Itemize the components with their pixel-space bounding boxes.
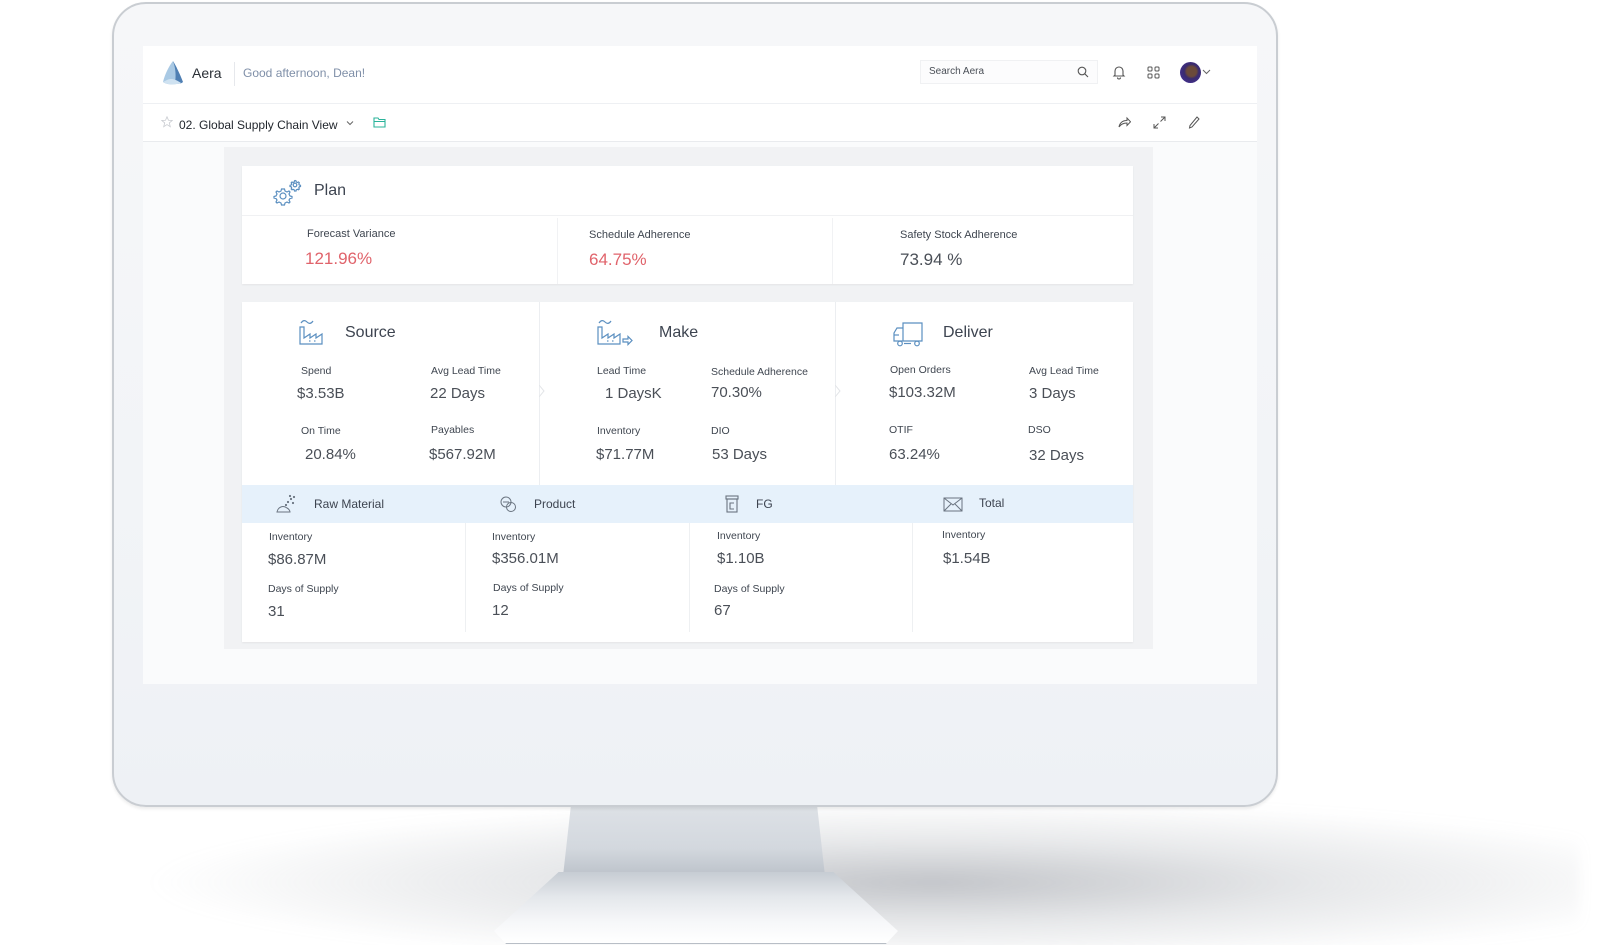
envelope-icon	[943, 497, 963, 512]
folder-icon[interactable]	[373, 116, 386, 128]
kpi-value: 73.94 %	[900, 250, 963, 269]
metric-label: Avg Lead Time	[431, 365, 501, 377]
plan-header: Plan	[242, 166, 1133, 216]
bell-icon[interactable]	[1112, 64, 1126, 80]
metric-label: On Time	[301, 425, 341, 437]
inventory-title: Raw Material	[314, 497, 385, 511]
metric-value: 3 Days	[1029, 385, 1076, 402]
monitor-mockup: Aera Good afternoon, Dean! Search Aera 0…	[0, 0, 1605, 945]
metric-label: Inventory	[492, 531, 536, 543]
metric-value: 20.84%	[305, 446, 356, 463]
inventory-header-band: Raw Material Product FG Total	[242, 485, 1133, 523]
factory-icon	[299, 320, 323, 345]
kpi-label: Forecast Variance	[307, 228, 396, 240]
chevron-down-icon[interactable]	[345, 118, 355, 128]
divider	[234, 62, 235, 86]
metric-value: 22 Days	[430, 385, 486, 402]
app-screen: Aera Good afternoon, Dean! Search Aera 0…	[143, 46, 1257, 684]
metric-value: 67	[714, 602, 731, 619]
dashboard-canvas: Plan Forecast Variance 121.96% Schedule …	[224, 147, 1153, 649]
gears-icon	[273, 179, 302, 206]
kpi-label: Schedule Adherence	[589, 229, 691, 241]
metric-label: Lead Time	[597, 365, 647, 377]
metric-label: Days of Supply	[493, 582, 564, 594]
metric-label: Inventory	[717, 530, 761, 542]
metric-label: Open Orders	[890, 364, 951, 376]
supply-chain-card: Source Spend $3.53B Avg Lead Time 22 Day…	[242, 302, 1133, 642]
metric-label: Payables	[431, 424, 475, 436]
metric-value: $1.54B	[943, 550, 991, 567]
divider	[689, 523, 690, 632]
truck-icon	[893, 322, 923, 347]
plan-title: Plan	[314, 182, 347, 199]
metric-label: Days of Supply	[714, 583, 785, 595]
metric-label: DSO	[1028, 424, 1051, 436]
greeting-text: Good afternoon, Dean!	[243, 66, 366, 80]
section-title: Source	[345, 324, 396, 341]
metric-value: 63.24%	[889, 446, 940, 463]
metric-value: $86.87M	[268, 551, 327, 568]
metric-value: $1.10B	[717, 550, 765, 567]
metric-label: Inventory	[269, 531, 313, 543]
metric-value: 31	[268, 603, 285, 620]
metric-value: $567.92M	[429, 446, 496, 463]
raw-material-icon	[276, 494, 296, 513]
search-icon[interactable]	[1077, 66, 1089, 78]
divider	[557, 218, 558, 284]
kpi-value: 64.75%	[589, 250, 647, 269]
metric-value: $103.32M	[889, 384, 956, 401]
plan-card: Plan Forecast Variance 121.96% Schedule …	[242, 166, 1133, 284]
metric-value: $3.53B	[297, 385, 345, 402]
inventory-title: Product	[534, 497, 576, 511]
divider	[465, 523, 466, 632]
brand-name: Aera	[192, 65, 222, 81]
metric-label: Avg Lead Time	[1029, 365, 1099, 377]
metric-label: Days of Supply	[268, 583, 339, 595]
view-title[interactable]: 02. Global Supply Chain View	[179, 118, 338, 132]
view-bar: 02. Global Supply Chain View	[143, 104, 1257, 142]
monitor-stand-base	[494, 872, 898, 944]
avatar[interactable]	[1180, 62, 1201, 83]
metric-label: Spend	[301, 365, 332, 377]
expand-icon[interactable]	[1153, 116, 1166, 129]
chevron-right-icon	[835, 385, 841, 397]
factory-output-icon	[597, 320, 633, 346]
kpi-label: Safety Stock Adherence	[900, 229, 1018, 241]
star-icon[interactable]	[161, 116, 173, 128]
metric-label: Schedule Adherence	[711, 366, 808, 378]
product-icon	[500, 496, 516, 512]
metric-value: $71.77M	[596, 446, 655, 463]
share-icon[interactable]	[1118, 116, 1131, 128]
aera-logo-icon[interactable]	[161, 60, 185, 86]
metric-value: 1 DaysK	[605, 385, 662, 402]
metric-label: OTIF	[889, 424, 913, 436]
kpi-value: 121.96%	[305, 249, 373, 268]
chevron-down-icon[interactable]	[1202, 67, 1211, 76]
section-title: Make	[659, 324, 699, 341]
pencil-icon[interactable]	[1188, 116, 1200, 129]
search-input[interactable]	[929, 66, 1069, 77]
divider	[912, 523, 913, 632]
chevron-right-icon	[539, 385, 545, 397]
inventory-title: FG	[756, 497, 773, 511]
metric-label: DIO	[711, 425, 730, 437]
apps-grid-icon[interactable]	[1147, 66, 1160, 79]
metric-value: 70.30%	[711, 384, 762, 401]
search-box[interactable]	[920, 60, 1098, 84]
monitor-bezel: Aera Good afternoon, Dean! Search Aera 0…	[112, 2, 1278, 807]
inventory-title: Total	[979, 496, 1005, 510]
divider	[832, 218, 833, 284]
metric-value: 12	[492, 602, 509, 619]
top-bar: Aera Good afternoon, Dean!	[143, 46, 1257, 104]
metric-value: 53 Days	[712, 446, 768, 463]
metric-value: 32 Days	[1029, 447, 1085, 464]
metric-label: Inventory	[597, 425, 641, 437]
monitor-stand-neck	[563, 806, 825, 876]
metric-label: Inventory	[942, 529, 986, 541]
fg-container-icon	[725, 495, 739, 513]
section-title: Deliver	[943, 324, 993, 341]
metric-value: $356.01M	[492, 550, 559, 567]
